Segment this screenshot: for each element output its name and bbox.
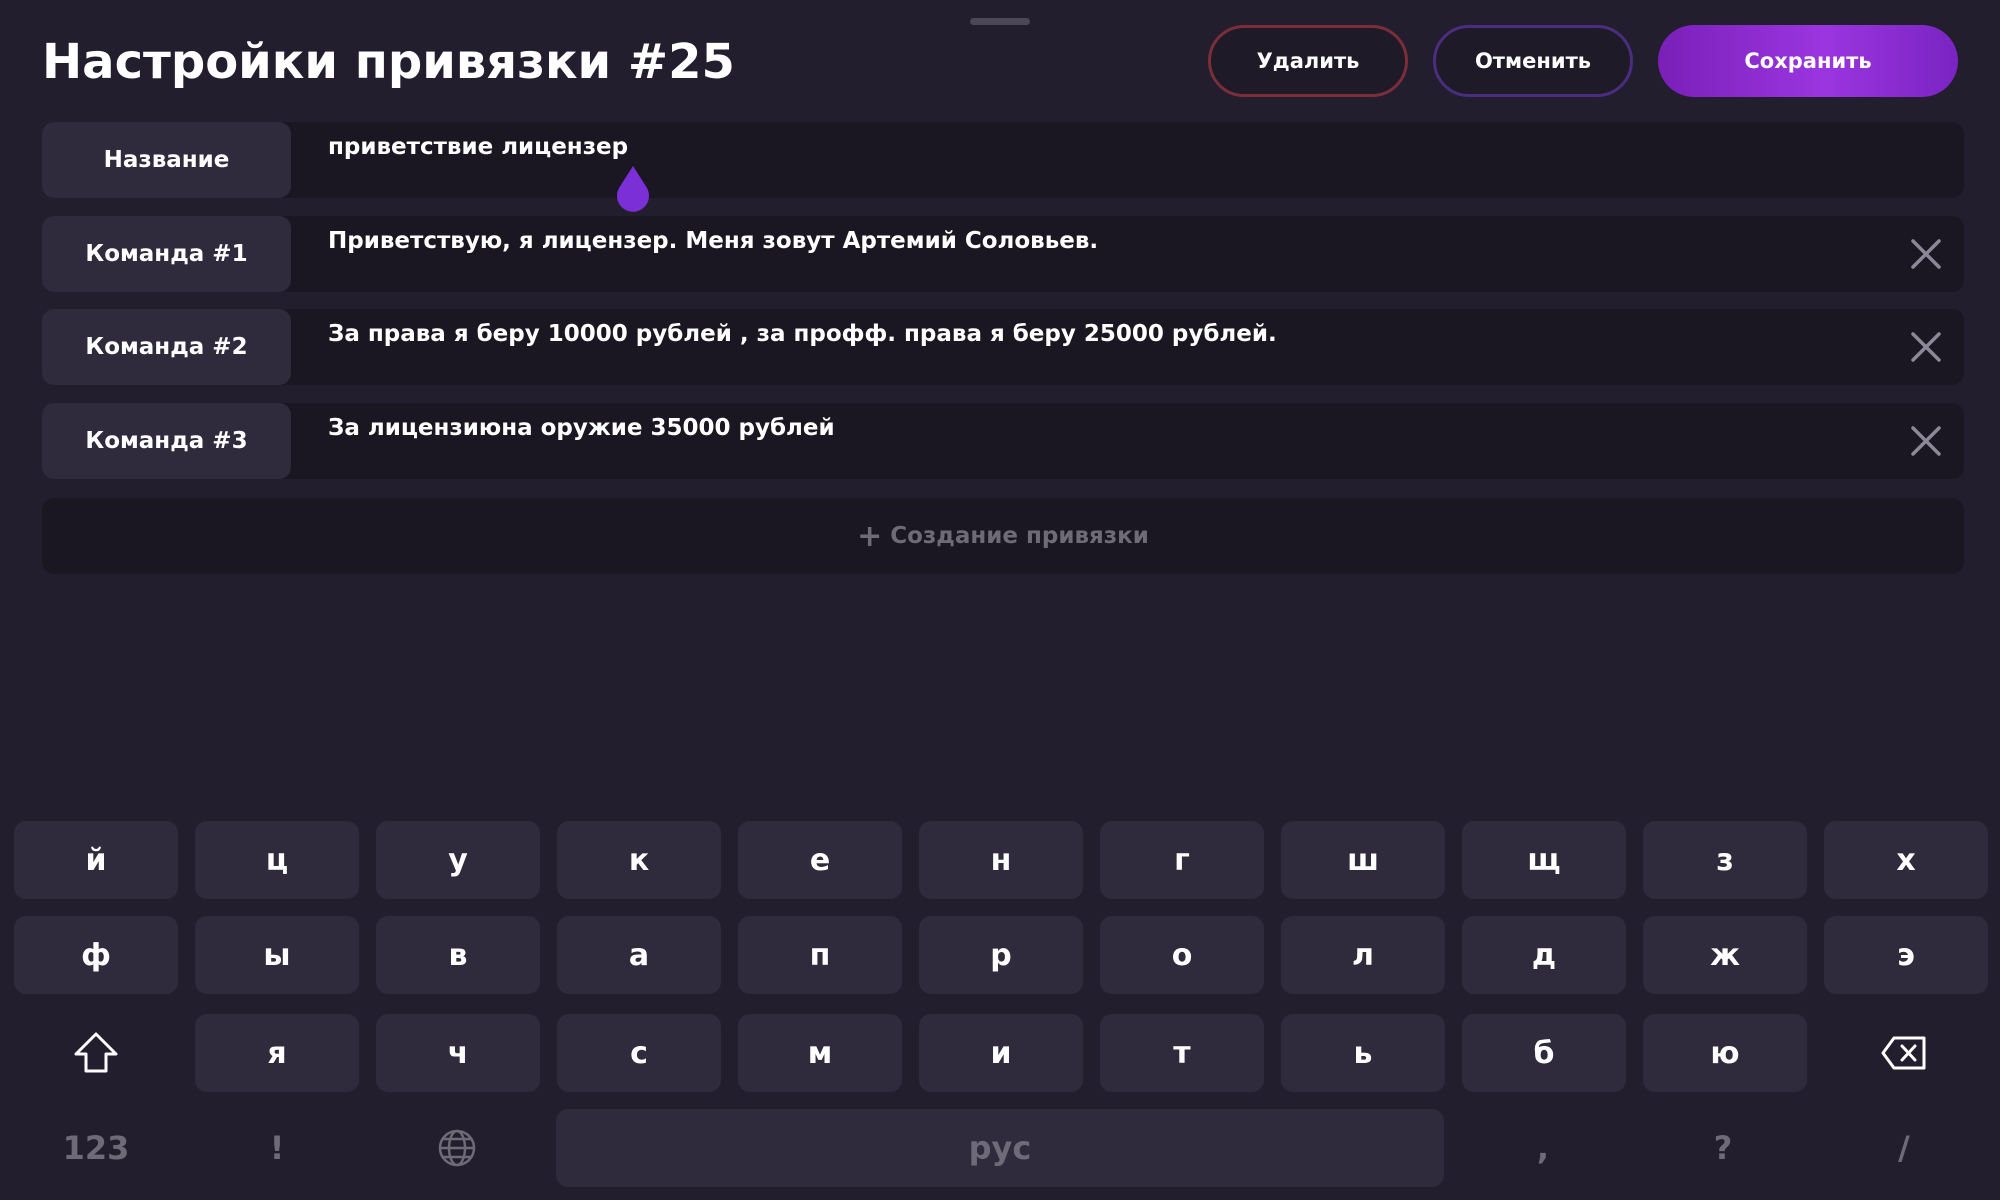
key-щ[interactable]: щ — [1462, 821, 1626, 899]
key-ч[interactable]: ч — [376, 1014, 540, 1092]
question-key[interactable]: ? — [1641, 1109, 1805, 1187]
key-ю[interactable]: ю — [1643, 1014, 1807, 1092]
key-д[interactable]: д — [1462, 916, 1626, 994]
key-ь[interactable]: ь — [1281, 1014, 1445, 1092]
comma-key[interactable]: , — [1461, 1109, 1625, 1187]
delete-button[interactable]: Удалить — [1208, 25, 1408, 97]
key-х[interactable]: х — [1824, 821, 1988, 899]
key-с[interactable]: с — [557, 1014, 721, 1092]
key-я[interactable]: я — [195, 1014, 359, 1092]
name-label: Название — [42, 122, 291, 198]
shift-icon — [74, 1032, 118, 1073]
text-cursor-handle-icon[interactable] — [613, 164, 653, 214]
sheet-grabber-handle[interactable] — [970, 18, 1030, 25]
key-ы[interactable]: ы — [195, 916, 359, 994]
key-р[interactable]: р — [919, 916, 1083, 994]
numbers-key[interactable]: 123 — [14, 1109, 178, 1187]
key-к[interactable]: к — [557, 821, 721, 899]
key-в[interactable]: в — [376, 916, 540, 994]
remove-command-2-close-icon[interactable] — [1906, 327, 1946, 367]
backspace-key[interactable] — [1822, 1014, 1986, 1092]
remove-command-3-close-icon[interactable] — [1906, 421, 1946, 461]
key-а[interactable]: а — [557, 916, 721, 994]
key-г[interactable]: г — [1100, 821, 1264, 899]
key-л[interactable]: л — [1281, 916, 1445, 994]
key-б[interactable]: б — [1462, 1014, 1626, 1092]
command-row-3: Команда #3 За лицензиюна оружие 35000 ру… — [42, 403, 1964, 479]
command-label-1: Команда #1 — [42, 216, 291, 292]
key-з[interactable]: з — [1643, 821, 1807, 899]
command-row-1: Команда #1 Приветствую, я лицензер. Меня… — [42, 216, 1964, 292]
exclamation-key[interactable]: ! — [195, 1109, 359, 1187]
key-ш[interactable]: ш — [1281, 821, 1445, 899]
add-binding-label: Создание привязки — [890, 523, 1149, 549]
space-key[interactable]: рус — [556, 1109, 1444, 1187]
key-т[interactable]: т — [1100, 1014, 1264, 1092]
key-э[interactable]: э — [1824, 916, 1988, 994]
cancel-button[interactable]: Отменить — [1433, 25, 1633, 97]
key-и[interactable]: и — [919, 1014, 1083, 1092]
key-й[interactable]: й — [14, 821, 178, 899]
page-title: Настройки привязки #25 — [42, 34, 735, 90]
plus-icon: + — [857, 518, 883, 554]
remove-command-1-close-icon[interactable] — [1906, 234, 1946, 274]
slash-key[interactable]: / — [1822, 1109, 1986, 1187]
key-у[interactable]: у — [376, 821, 540, 899]
command-row-2: Команда #2 За права я беру 10000 рублей … — [42, 309, 1964, 385]
key-е[interactable]: е — [738, 821, 902, 899]
key-п[interactable]: п — [738, 916, 902, 994]
key-ф[interactable]: ф — [14, 916, 178, 994]
command-input-1[interactable]: Приветствую, я лицензер. Меня зовут Арте… — [328, 228, 1098, 254]
key-ц[interactable]: ц — [195, 821, 359, 899]
language-key[interactable] — [375, 1109, 539, 1187]
key-м[interactable]: м — [738, 1014, 902, 1092]
name-row: Название приветствие лицензер — [42, 122, 1964, 198]
key-о[interactable]: о — [1100, 916, 1264, 994]
backspace-icon — [1881, 1036, 1926, 1070]
command-input-2[interactable]: За права я беру 10000 рублей , за профф.… — [328, 321, 1277, 347]
command-input-3[interactable]: За лицензиюна оружие 35000 рублей — [328, 415, 835, 441]
command-label-2: Команда #2 — [42, 309, 291, 385]
add-binding-button[interactable]: + Создание привязки — [42, 498, 1964, 574]
key-н[interactable]: н — [919, 821, 1083, 899]
save-button[interactable]: Сохранить — [1658, 25, 1958, 97]
command-label-3: Команда #3 — [42, 403, 291, 479]
name-input[interactable]: приветствие лицензер — [328, 134, 628, 160]
key-ж[interactable]: ж — [1643, 916, 1807, 994]
globe-icon — [438, 1129, 476, 1167]
shift-key[interactable] — [14, 1014, 178, 1092]
